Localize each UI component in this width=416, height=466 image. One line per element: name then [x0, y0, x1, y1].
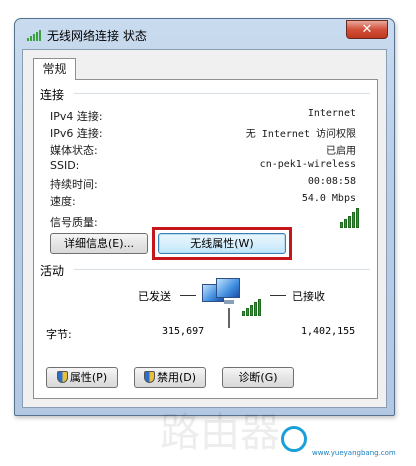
disable-label: 禁用(D) — [156, 371, 197, 384]
window-title: 无线网络连接 状态 — [47, 29, 147, 43]
properties-label: 属性(P) — [69, 371, 108, 384]
sent-label: 已发送 — [138, 290, 171, 303]
row-value: 无 Internet 访问权限 — [245, 129, 356, 140]
row-label: 媒体状态: — [50, 144, 98, 157]
shield-icon — [143, 371, 155, 383]
disable-button[interactable]: 禁用(D) — [134, 367, 206, 388]
tab-general[interactable]: 常规 — [33, 58, 76, 80]
received-label: 已接收 — [292, 290, 325, 303]
row-label: 持续时间: — [50, 178, 98, 191]
bytes-sent: 315,697 — [162, 326, 205, 337]
row-ipv4: IPv4 连接: Internet — [50, 108, 356, 125]
wireless-signal-icon — [27, 29, 43, 41]
row-ssid: SSID: cn-pek1-wireless — [50, 159, 356, 176]
row-ipv6: IPv6 连接: 无 Internet 访问权限 — [50, 125, 356, 142]
divider — [74, 269, 370, 270]
activity-signal-icon — [242, 298, 262, 316]
sent-dash — [180, 295, 196, 296]
signal-bar — [340, 222, 343, 228]
received-dash — [270, 295, 286, 296]
row-value: 00:08:58 — [307, 176, 356, 187]
row-value: 54.0 Mbps — [301, 193, 356, 204]
status-window: 无线网络连接 状态 ✕ 常规 连接 IPv4 连接: Internet IPv6… — [14, 18, 395, 416]
shield-icon — [56, 371, 68, 383]
signal-bar — [352, 212, 355, 228]
activity-heading: 活动 — [40, 264, 65, 278]
row-label: 速度: — [50, 195, 76, 208]
connection-heading: 连接 — [40, 88, 65, 102]
highlight-box — [152, 227, 292, 260]
row-label: IPv4 连接: — [50, 110, 103, 123]
signal-bar — [344, 219, 347, 228]
details-button[interactable]: 详细信息(E)... — [50, 233, 148, 254]
properties-button[interactable]: 属性(P) — [46, 367, 118, 388]
row-value: cn-pek1-wireless — [259, 159, 356, 170]
row-speed: 速度: 54.0 Mbps — [50, 193, 356, 210]
row-label: IPv6 连接: — [50, 127, 103, 140]
general-panel: 连接 IPv4 连接: Internet IPv6 连接: 无 Internet… — [33, 79, 378, 399]
watermark-logo-icon — [281, 426, 307, 452]
row-value: Internet — [307, 108, 356, 119]
row-media-state: 媒体状态: 已启用 — [50, 142, 356, 159]
client-area: 常规 连接 IPv4 连接: Internet IPv6 连接: 无 Inter… — [22, 49, 387, 408]
signal-strength-icon — [340, 208, 360, 228]
signal-bar — [356, 208, 359, 228]
row-duration: 持续时间: 00:08:58 — [50, 176, 356, 193]
bytes-label: 字节: — [46, 328, 72, 341]
watermark-url: www.yueyangbang.com — [312, 449, 396, 457]
signal-bar — [348, 216, 351, 228]
close-button[interactable]: ✕ — [346, 20, 388, 39]
diagnose-button[interactable]: 诊断(G) — [222, 367, 294, 388]
signal-quality-label: 信号质量: — [50, 216, 98, 229]
row-value: 已启用 — [326, 146, 356, 157]
divider — [74, 93, 370, 94]
row-label: SSID: — [50, 159, 80, 172]
network-computers-icon — [202, 278, 264, 330]
bytes-received: 1,402,155 — [301, 326, 356, 337]
watermark-brand: 路由器 — [160, 410, 280, 456]
title-bar[interactable]: 无线网络连接 状态 ✕ — [15, 19, 394, 47]
